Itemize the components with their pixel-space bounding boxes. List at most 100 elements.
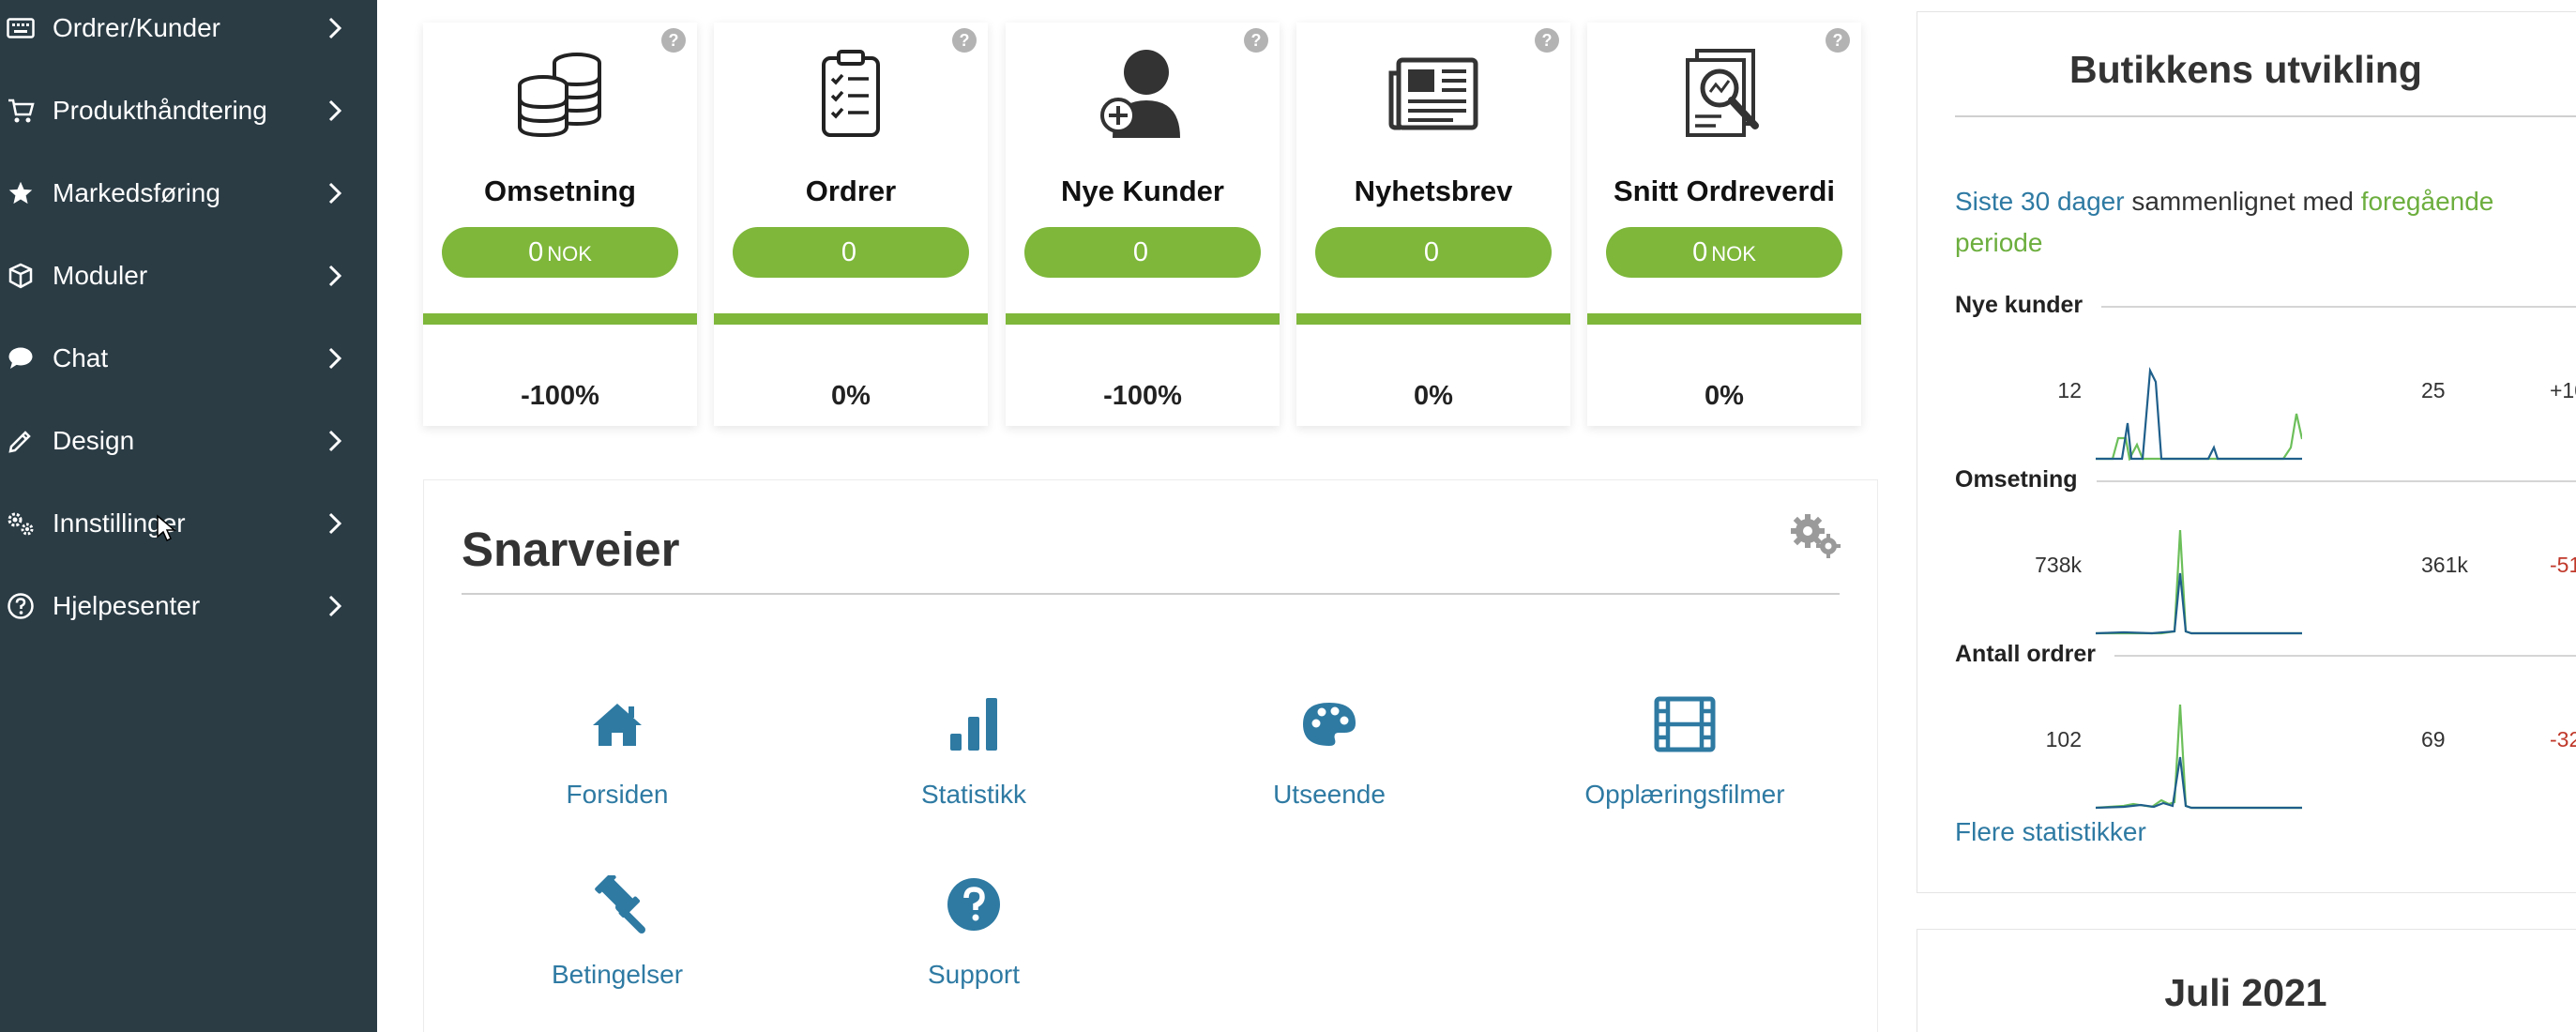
film-icon [1563, 691, 1807, 757]
shortcut-label: Statistikk [920, 780, 1027, 809]
compare-connector: sammenlignet med [2124, 187, 2361, 216]
chevron-right-icon [323, 97, 347, 125]
sidebar-item-hjelpesenter[interactable]: Hjelpesenter [0, 578, 377, 634]
cart-icon [4, 94, 38, 128]
question-circle-icon [852, 872, 1096, 937]
sidebar-item-design[interactable]: Design [0, 413, 377, 469]
kpi-value: 0 [841, 237, 857, 267]
shortcut-label: Betingelser [551, 960, 684, 989]
shortcut-statistikk[interactable]: Statistikk [852, 691, 1096, 810]
sidebar: Ordrer/Kunder Produkthåndtering Markedsf… [0, 0, 377, 1032]
stats-title: Butikkens utvikling [2069, 48, 2422, 91]
kpi-value-pill: 0 NOK [442, 227, 678, 278]
chat-bubble-icon [4, 341, 38, 375]
divider [462, 593, 1840, 595]
chevron-right-icon [323, 509, 347, 538]
kpi-value: 0 [1132, 237, 1149, 267]
kpi-progress-bar [423, 313, 697, 325]
newspaper-icon [1296, 45, 1570, 143]
chevron-right-icon [323, 427, 347, 455]
sparkline-nye-kunder [2096, 367, 2302, 461]
kpi-value-pill: 0 [1315, 227, 1552, 278]
kpi-progress-bar [1296, 313, 1570, 325]
kpi-title: Omsetning [484, 175, 636, 207]
sidebar-item-chat[interactable]: Chat [0, 330, 377, 387]
kpi-title: Nye Kunder [1061, 175, 1224, 207]
sidebar-item-ordrer-kunder[interactable]: Ordrer/Kunder [0, 0, 377, 56]
metric-change: -32% [2550, 727, 2576, 751]
kpi-change: 0% [1705, 381, 1744, 411]
period-current-label: Siste 30 dager [1955, 187, 2125, 216]
kpi-value-pill: 0 [1024, 227, 1261, 278]
shortcut-utseende[interactable]: Utseende [1207, 691, 1451, 810]
kpi-value-pill: 0 [733, 227, 969, 278]
gavel-icon [495, 872, 739, 937]
shortcut-betingelser[interactable]: Betingelser [495, 872, 739, 990]
shortcut-support[interactable]: Support [852, 872, 1096, 990]
star-icon [4, 176, 38, 210]
sidebar-item-moduler[interactable]: Moduler [0, 248, 377, 304]
sidebar-item-markedsforing[interactable]: Markedsføring [0, 165, 377, 221]
sidebar-item-label: Moduler [53, 261, 148, 290]
clipboard-checklist-icon [714, 45, 988, 143]
keyboard-icon [4, 11, 38, 45]
calendar-title: Juli 2021 [2164, 971, 2327, 1014]
kpi-value-pill: 0 NOK [1606, 227, 1842, 278]
metric-previous: 738k [2035, 553, 2082, 577]
metric-change: +108% [2550, 378, 2576, 402]
shortcut-label: Forsiden [566, 780, 669, 809]
help-circle-icon [4, 589, 38, 623]
box-icon [4, 259, 38, 293]
kpi-card-nye-kunder: ? Nye Kunder 0 -100% [1006, 23, 1280, 426]
shortcuts-title: Snarveier [462, 523, 680, 576]
kpi-progress-bar [714, 313, 988, 325]
sparkline-antall-ordrer [2096, 704, 2302, 810]
sidebar-item-label: Produkthåndtering [53, 96, 267, 125]
sparkline-previous [2096, 529, 2302, 635]
coins-icon [423, 45, 697, 143]
kpi-card-omsetning: ? Omsetning 0 NOK -100% [423, 23, 697, 426]
kpi-title: Ordrer [805, 175, 897, 207]
sidebar-item-label: Hjelpesenter [53, 591, 201, 620]
metric-label: Omsetning [1955, 466, 2097, 493]
gears-icon [4, 507, 38, 540]
metric-row-omsetning: Omsetning 738k 361k -51% [1955, 466, 2576, 641]
sidebar-item-label: Markedsføring [53, 178, 220, 207]
kpi-progress-bar [1006, 313, 1280, 325]
kpi-change: 0% [1414, 381, 1453, 411]
add-user-icon [1006, 45, 1280, 143]
metric-current: 361k [2421, 553, 2468, 577]
kpi-change: 0% [831, 381, 871, 411]
palette-icon [1207, 691, 1451, 757]
sidebar-item-label: Design [53, 426, 135, 455]
chevron-right-icon [323, 344, 347, 372]
metric-row-nye-kunder: Nye kunder 12 25 +108% [1955, 292, 2576, 466]
metric-current: 69 [2421, 727, 2446, 751]
kpi-value: 0 [1692, 237, 1708, 267]
chevron-right-icon [323, 592, 347, 620]
sparkline-current [2096, 572, 2302, 635]
shortcut-opplaeringsfilmer[interactable]: Opplæringsfilmer [1563, 691, 1807, 810]
shortcut-label: Opplæringsfilmer [1584, 780, 1785, 809]
gears-icon[interactable] [1789, 512, 1841, 564]
sidebar-item-innstillinger[interactable]: Innstillinger [0, 495, 377, 552]
kpi-card-nyhetsbrev: ? Nyhetsbrev 0 0% [1296, 23, 1570, 426]
kpi-card-ordrer: ? Ordrer 0 0% [714, 23, 988, 426]
chevron-right-icon [323, 179, 347, 207]
sidebar-item-label: Ordrer/Kunder [53, 13, 220, 42]
shortcut-forsiden[interactable]: Forsiden [495, 691, 739, 810]
kpi-title: Snitt Ordreverdi [1614, 175, 1835, 207]
sidebar-item-produkthandtering[interactable]: Produkthåndtering [0, 83, 377, 139]
kpi-change: -100% [521, 381, 599, 411]
home-icon [495, 691, 739, 757]
pencil-icon [4, 424, 38, 458]
sparkline-omsetning [2096, 529, 2302, 635]
sidebar-item-label: Chat [53, 343, 109, 372]
metric-row-antall-ordrer: Antall ordrer 102 69 -32% [1955, 641, 2576, 815]
kpi-change: -100% [1103, 381, 1182, 411]
more-statistics-link[interactable]: Flere statistikker [1955, 817, 2146, 847]
metric-change: -51% [2550, 553, 2576, 577]
chevron-right-icon [323, 14, 347, 42]
shortcut-label: Support [927, 960, 1021, 989]
sparkline-current [2096, 756, 2302, 810]
